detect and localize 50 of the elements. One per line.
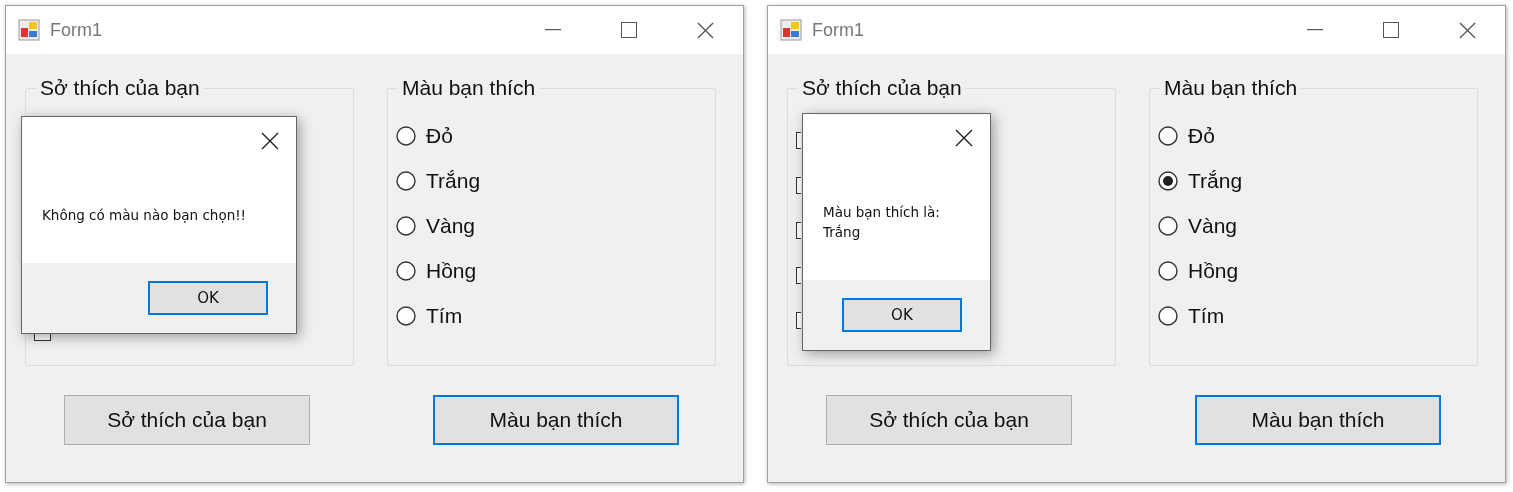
maximize-icon: [621, 22, 637, 38]
action-button[interactable]: Màu bạn thích: [433, 395, 679, 445]
radio-button[interactable]: [1158, 216, 1178, 236]
group-title: Màu bạn thích: [1163, 76, 1299, 100]
close-icon: [261, 132, 280, 150]
radio-button[interactable]: [1158, 126, 1178, 146]
group-title: Sở thích của bạn: [801, 76, 963, 100]
group-title: Màu bạn thích: [401, 76, 537, 100]
radio-label: Tím: [1188, 304, 1225, 328]
radio-button[interactable]: [1158, 171, 1178, 191]
close-icon: [696, 21, 714, 39]
action-button[interactable]: Sở thích của bạn: [64, 395, 310, 445]
radio-label: Vàng: [426, 214, 476, 238]
radio-label: Trắng: [426, 169, 481, 193]
close-icon: [954, 129, 973, 147]
checkbox[interactable]: [796, 267, 801, 284]
app-icon: [18, 19, 40, 41]
window-title: Form1: [812, 19, 865, 41]
radio-label: Trắng: [1188, 169, 1243, 193]
radio-label: Hồng: [426, 259, 477, 283]
action-button[interactable]: Sở thích của bạn: [826, 395, 1072, 445]
ok-button[interactable]: OK: [148, 281, 269, 315]
checkbox[interactable]: [796, 312, 801, 329]
message-text: Màu bạn thích là: Trắng: [823, 203, 940, 242]
message-text: Không có màu nào bạn chọn!!: [42, 206, 247, 225]
checkbox[interactable]: [796, 132, 801, 149]
radio-label: Vàng: [1188, 214, 1238, 238]
window-title: Form1: [50, 19, 103, 41]
minimize-icon: [1307, 29, 1323, 31]
radio-button[interactable]: [396, 126, 416, 146]
checkbox[interactable]: [34, 334, 51, 341]
radio-button[interactable]: [1158, 306, 1178, 326]
minimize-icon: [545, 29, 561, 31]
app-icon: [780, 19, 802, 41]
ok-button[interactable]: OK: [841, 298, 962, 332]
radio-button[interactable]: [396, 216, 416, 236]
maximize-icon: [1383, 22, 1399, 38]
radio-button[interactable]: [1158, 261, 1178, 281]
radio-label: Tím: [426, 304, 463, 328]
close-icon: [1458, 21, 1476, 39]
radio-button[interactable]: [396, 171, 416, 191]
radio-button[interactable]: [396, 306, 416, 326]
checkbox[interactable]: [796, 222, 801, 239]
radio-label: Đỏ: [426, 124, 453, 148]
radio-label: Đỏ: [1188, 124, 1215, 148]
group-title: Sở thích của bạn: [39, 76, 201, 100]
radio-button[interactable]: [396, 261, 416, 281]
checkbox[interactable]: [796, 177, 801, 194]
radio-label: Hồng: [1188, 259, 1239, 283]
action-button[interactable]: Màu bạn thích: [1195, 395, 1441, 445]
